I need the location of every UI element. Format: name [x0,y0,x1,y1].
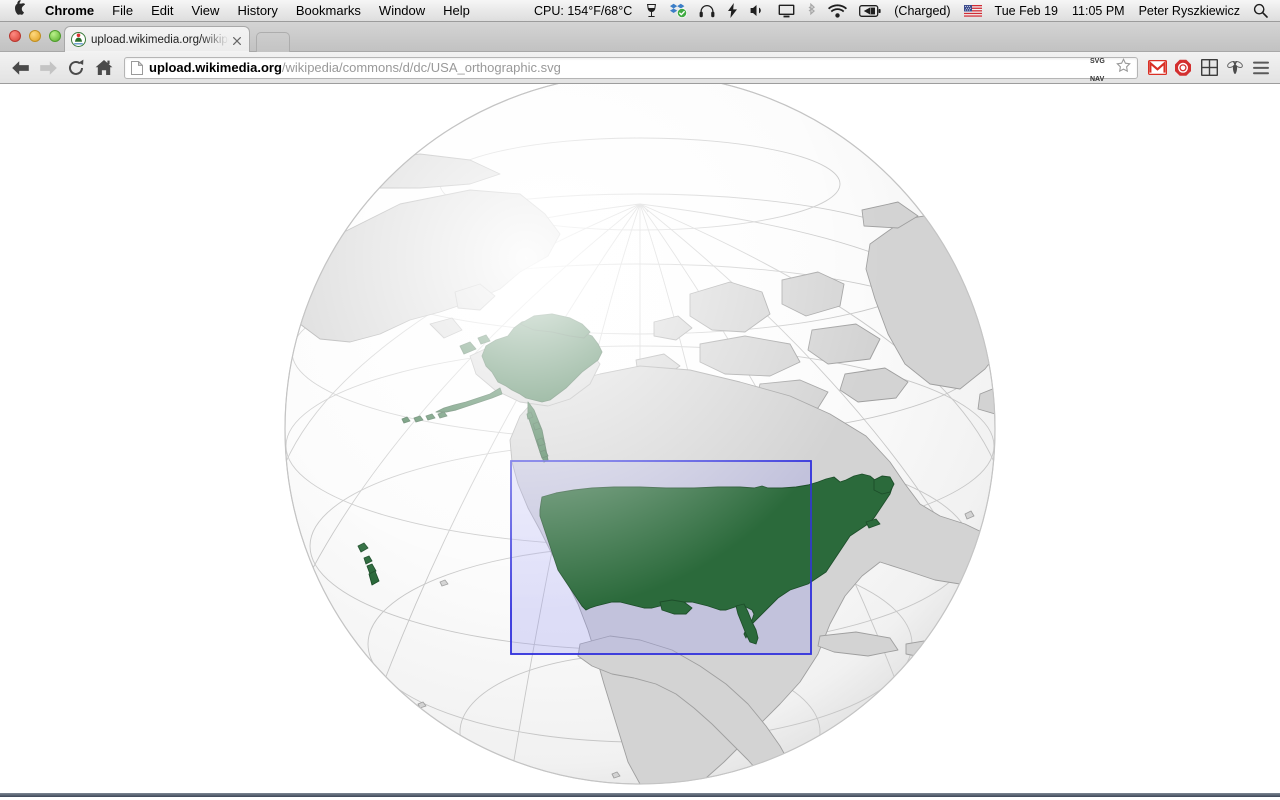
reload-icon[interactable] [62,54,90,82]
close-button[interactable] [9,30,21,42]
tab-title: upload.wikimedia.org/wikipe [91,33,229,46]
document-icon [131,59,144,75]
tab-strip: upload.wikimedia.org/wikipe [0,22,1280,52]
adblock-icon[interactable] [1170,54,1196,82]
back-arrow-icon[interactable] [6,54,34,82]
menu-bar-date[interactable]: Tue Feb 19 [988,4,1065,18]
menu-bar-status-group: CPU: 154°F/68°C (Charged) Tue Feb 19 11:… [527,0,1280,22]
bookmark-star-icon[interactable] [1116,57,1131,78]
zoom-button[interactable] [49,30,61,42]
menu-item-help[interactable]: Help [434,0,479,22]
battery-status-label: (Charged) [894,3,951,18]
wifi-icon[interactable] [822,0,853,22]
volume-icon[interactable] [744,0,772,22]
menu-bar-time[interactable]: 11:05 PM [1065,4,1132,18]
wikimedia-favicon [71,32,86,47]
home-icon[interactable] [90,54,118,82]
macos-menu-bar: Chrome File Edit View History Bookmarks … [0,0,1280,22]
grid-apps-icon[interactable] [1196,54,1222,82]
menu-item-window[interactable]: Window [370,0,434,22]
globe-svg [284,84,996,785]
address-bar[interactable]: upload.wikimedia.org/wikipedia/commons/d… [124,56,1138,83]
page-content-area [0,84,1280,797]
new-tab-button[interactable] [256,32,290,52]
us-flag-icon[interactable] [958,0,988,22]
flash-icon[interactable] [721,0,744,22]
menu-item-history[interactable]: History [228,0,286,22]
forward-arrow-icon [34,54,62,82]
hamburger-menu-icon[interactable] [1248,54,1274,82]
browser-tab[interactable]: upload.wikimedia.org/wikipe [64,26,250,52]
gmail-icon[interactable] [1144,54,1170,82]
apple-logo-icon[interactable] [0,0,36,19]
url-path: /wikipedia/commons/d/dc/USA_orthographic… [281,60,561,75]
url-host: upload.wikimedia.org [149,60,282,75]
menu-bar-left-group: Chrome File Edit View History Bookmarks … [0,0,479,22]
headphones-icon[interactable] [693,0,721,22]
omnibox-actions: SVG NAV [1090,50,1133,86]
bluetooth-icon[interactable] [801,0,822,22]
svg-nav-icon[interactable]: SVG NAV [1090,50,1112,86]
spotlight-search-icon[interactable] [1247,0,1274,22]
usa-orthographic-globe-image [0,84,1280,797]
display-icon[interactable] [772,0,801,22]
window-traffic-lights [9,30,61,42]
url-text: upload.wikimedia.org/wikipedia/commons/d… [149,60,1090,75]
dropbox-sync-icon[interactable] [664,0,693,22]
globe-highlight [285,84,995,784]
menu-bar-username[interactable]: Peter Ryszkiewicz [1132,4,1247,18]
battery-icon[interactable] [853,0,887,22]
cpu-temperature-status[interactable]: CPU: 154°F/68°C [527,4,639,18]
menu-item-view[interactable]: View [182,0,228,22]
chrome-browser-window: upload.wikimedia.org/wikipe upload.wikim… [0,22,1280,800]
window-bottom-edge [0,793,1280,797]
fly-icon[interactable] [1222,54,1248,82]
menu-item-bookmarks[interactable]: Bookmarks [287,0,370,22]
close-icon[interactable] [231,34,243,46]
minimize-button[interactable] [29,30,41,42]
browser-toolbar: upload.wikimedia.org/wikipedia/commons/d… [0,52,1280,84]
menu-item-file[interactable]: File [103,0,142,22]
wine-glass-icon[interactable] [639,0,664,22]
menu-item-chrome[interactable]: Chrome [36,0,103,22]
menu-item-edit[interactable]: Edit [142,0,182,22]
